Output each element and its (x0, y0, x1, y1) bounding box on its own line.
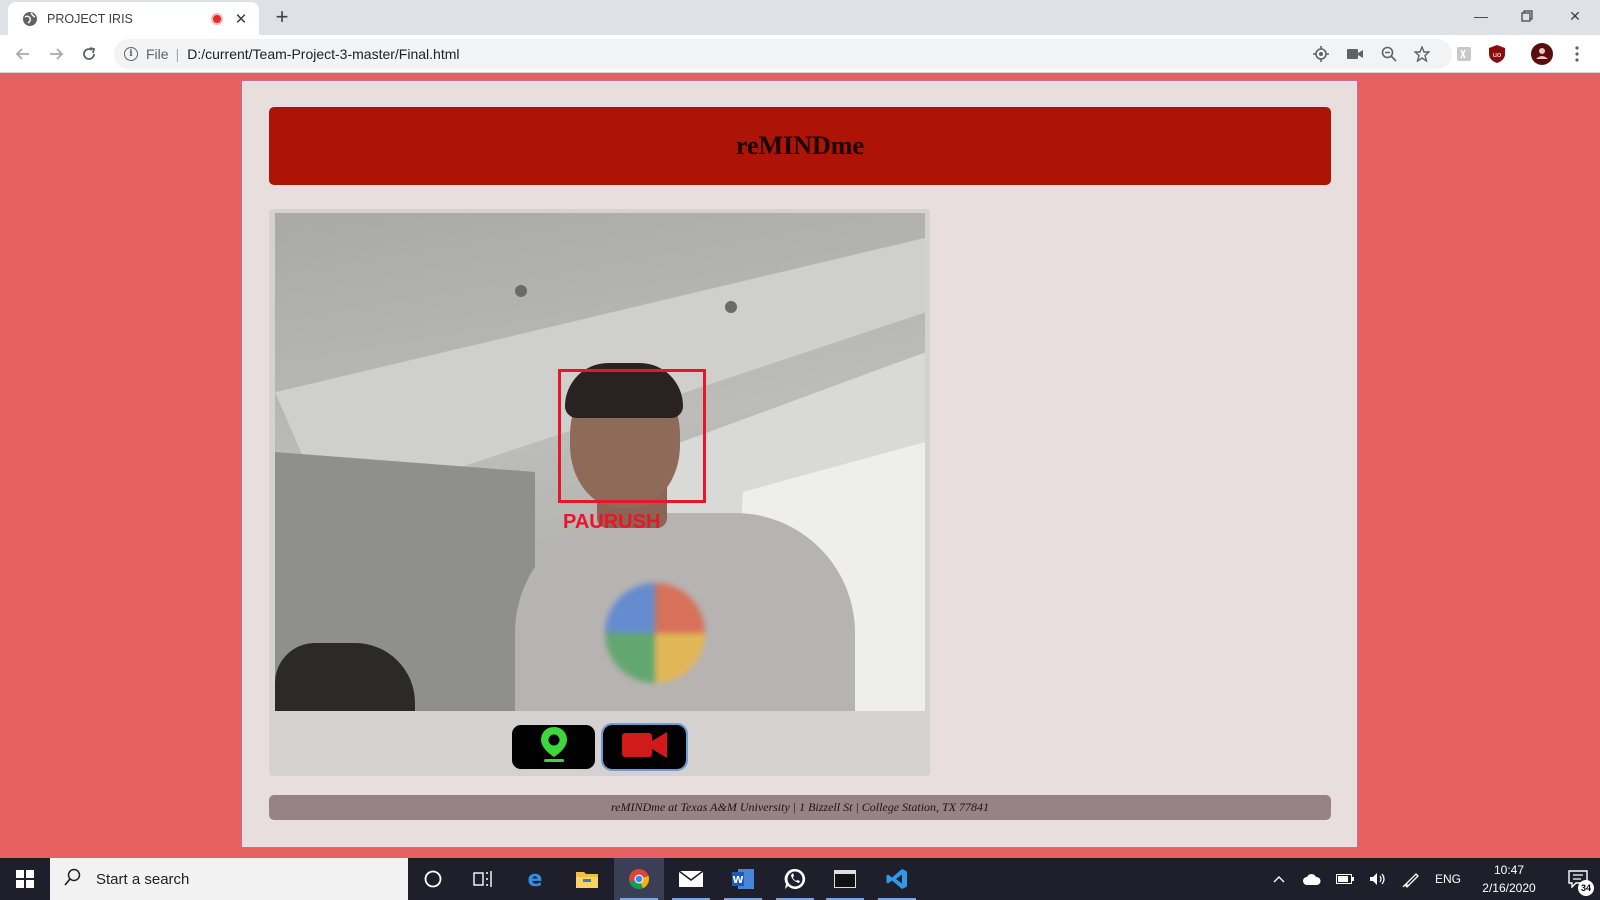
globe-icon (22, 11, 38, 27)
video-camera-icon (621, 730, 668, 765)
info-icon[interactable]: i (124, 47, 138, 61)
svg-text:W: W (732, 875, 743, 886)
face-name-label: PAURUSH (563, 511, 661, 533)
terminal-icon[interactable] (820, 858, 870, 900)
page-container: reMINDme PAURUSH reMINDme at Texas A&M U… (241, 80, 1358, 848)
cortana-icon[interactable] (408, 858, 458, 900)
url-text[interactable]: D:/current/Team-Project-3-master/Final.h… (187, 46, 459, 62)
minimize-icon[interactable]: — (1458, 0, 1504, 32)
clock-date: 2/16/2020 (1482, 881, 1536, 895)
forward-icon[interactable] (44, 42, 68, 66)
browser-tab[interactable]: PROJECT IRIS ✕ (8, 2, 259, 35)
zoom-icon[interactable] (1378, 43, 1400, 65)
face-detection-box (558, 369, 706, 503)
webcam-feed: PAURUSH (275, 213, 925, 711)
location-icon[interactable] (1310, 43, 1332, 65)
profile-avatar[interactable] (1531, 43, 1553, 65)
header-banner: reMINDme (269, 107, 1331, 185)
camera-icon[interactable] (1344, 43, 1366, 65)
file-explorer-icon[interactable] (562, 858, 612, 900)
video-panel: PAURUSH (269, 209, 930, 776)
chrome-icon[interactable] (614, 858, 664, 900)
recording-indicator-icon (211, 12, 223, 25)
extension-icon[interactable] (1453, 43, 1475, 65)
footer-text: reMINDme at Texas A&M University | 1 Biz… (610, 800, 990, 814)
browser-toolbar: i File | D:/current/Team-Project-3-maste… (0, 35, 1600, 73)
restore-icon[interactable] (1504, 0, 1550, 32)
taskbar-search-input[interactable]: Start a search (50, 858, 408, 900)
taskbar: Start a search e W ENG 10:47 2/16/2020 3… (0, 858, 1600, 900)
vscode-icon[interactable] (872, 858, 922, 900)
page-title: reMINDme (735, 131, 865, 160)
system-clock[interactable]: 10:47 2/16/2020 (1474, 861, 1544, 897)
mail-icon[interactable] (666, 858, 716, 900)
search-icon (64, 868, 82, 891)
star-icon[interactable] (1411, 43, 1433, 65)
back-icon[interactable] (11, 42, 35, 66)
onedrive-icon[interactable] (1301, 858, 1323, 900)
volume-icon[interactable] (1367, 858, 1389, 900)
svg-text:e: e (528, 868, 543, 890)
word-icon[interactable]: W (718, 858, 768, 900)
address-bar[interactable]: i File | D:/current/Team-Project-3-maste… (114, 39, 1452, 69)
pen-icon[interactable] (1400, 858, 1422, 900)
map-pin-icon (540, 726, 568, 768)
tab-title: PROJECT IRIS (47, 11, 133, 26)
clock-time: 10:47 (1493, 863, 1525, 877)
notification-center-icon[interactable]: 34 (1556, 858, 1600, 900)
tab-strip: PROJECT IRIS ✕ + — ✕ (0, 0, 1600, 35)
location-button[interactable] (512, 725, 595, 769)
url-scheme: File (146, 46, 169, 62)
chevron-up-icon[interactable] (1268, 858, 1290, 900)
tab-close-icon[interactable]: ✕ (233, 10, 249, 28)
new-tab-button[interactable]: + (270, 5, 294, 29)
search-placeholder: Start a search (96, 870, 190, 888)
edge-icon[interactable]: e (510, 858, 560, 900)
windows-start-icon[interactable] (0, 858, 50, 900)
ublock-icon[interactable]: uo (1486, 43, 1508, 65)
task-view-icon[interactable] (458, 858, 508, 900)
close-icon[interactable]: ✕ (1552, 0, 1598, 32)
reload-icon[interactable] (77, 42, 101, 66)
whatsapp-icon[interactable] (770, 858, 820, 900)
battery-icon[interactable] (1334, 858, 1356, 900)
notification-count: 34 (1578, 880, 1594, 896)
page-footer: reMINDme at Texas A&M University | 1 Biz… (269, 795, 1331, 820)
svg-text:uo: uo (1493, 51, 1502, 59)
shirt-logo (605, 583, 705, 683)
video-button[interactable] (601, 723, 688, 771)
language-indicator[interactable]: ENG (1432, 858, 1464, 900)
menu-icon[interactable] (1566, 43, 1588, 65)
